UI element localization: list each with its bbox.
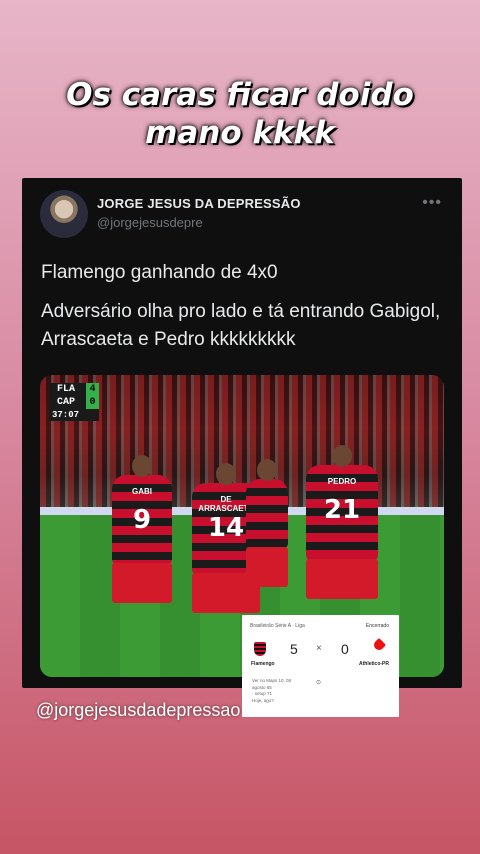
scorebug-away-team: CAP — [57, 397, 76, 408]
result-info-line-1: Ver no Maps 10, 08 — [252, 678, 292, 683]
author-name[interactable]: JORGE JESUS DA DEPRESSÃO — [97, 196, 301, 211]
scorebug-home-score: 4 — [86, 383, 99, 396]
player-number: 9 — [132, 505, 152, 535]
player-background — [246, 459, 288, 587]
result-home-score: 5 — [290, 641, 298, 657]
more-options-icon[interactable]: ••• — [422, 194, 442, 212]
player-number: 21 — [323, 495, 361, 525]
player-shorts — [306, 559, 378, 599]
result-status: Encerrado — [365, 623, 389, 629]
scorebug-clock: 37:07 — [49, 409, 99, 421]
credit-handle[interactable]: @jorgejesusdadepressao — [36, 700, 240, 721]
author-handle[interactable]: @jorgejesusdepre — [97, 215, 203, 230]
player-head — [216, 463, 236, 485]
scorebug-home-row: FLA 4 — [49, 383, 99, 396]
tweet-text-line-1: Flamengo ganhando de 4x0 — [41, 262, 278, 283]
player-shorts — [112, 563, 172, 603]
player-pedro: PEDRO 21 — [306, 445, 378, 599]
athletico-crest-icon — [371, 637, 387, 653]
result-info: Ver no Maps 10, 08 agosto 65 · setup 71 … — [252, 678, 291, 704]
result-away-score: 0 — [341, 641, 349, 657]
player-name: PEDRO — [327, 477, 357, 486]
player-name: GABI — [132, 487, 152, 496]
result-info-line-4: Hoje, ago? — [252, 697, 274, 703]
result-away-team: Athletico-PR — [359, 661, 389, 667]
result-home-team: Flamengo — [251, 661, 275, 667]
story-caption: Os caras ficar doido mano kkkk — [0, 76, 480, 152]
flamengo-crest-icon — [254, 642, 266, 656]
scorebug: FLA 4 CAP 0 37:07 — [49, 383, 99, 421]
author-avatar[interactable] — [40, 190, 88, 238]
location-pin-icon: ⊙ — [316, 680, 322, 686]
tweet-card[interactable]: JORGE JESUS DA DEPRESSÃO @jorgejesusdepr… — [22, 178, 462, 688]
match-result-card[interactable]: Brasileirão Série A · Liga Encerrado 5 ×… — [242, 615, 399, 717]
player-gabigol: GABI 9 — [112, 455, 172, 603]
scorebug-away-row: CAP 0 — [49, 396, 99, 409]
player-head — [257, 459, 277, 481]
player-shorts — [246, 547, 288, 587]
caption-line-1: Os caras ficar doido — [66, 77, 414, 113]
result-competition: Brasileirão Série A · Liga — [250, 623, 305, 629]
tweet-text-line-2: Adversário olha pro lado e tá entrando G… — [41, 301, 441, 350]
scorebug-away-score: 0 — [86, 396, 99, 409]
result-separator: × — [316, 643, 322, 654]
scorebug-home-team: FLA — [57, 384, 76, 395]
player-head — [132, 455, 152, 477]
caption-line-2: mano kkkk — [145, 115, 335, 151]
player-head — [332, 445, 352, 467]
